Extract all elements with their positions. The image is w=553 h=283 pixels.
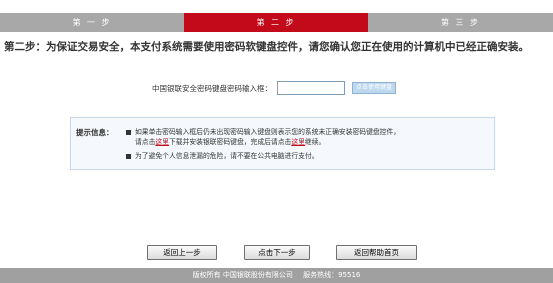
bullet-icon [126,129,131,135]
tip-text-1: 如果单击密码输入框后仍未出现密码输入键盘则表示您的系统未正确安装密码键盘控件， [135,128,401,136]
password-input[interactable] [277,81,345,95]
step-two-active: 第 二 步 [184,13,368,32]
password-row: 中国银联安全密码键盘密码输入框： 点击使用键盘 [152,80,396,96]
tip-line-2: 请点击这里下载并安装银联密码键盘，完成后请点击这里继续。 [135,136,325,146]
tip-label: 提示信息： [76,128,114,137]
back-button[interactable]: 返回上一步 [147,245,217,260]
next-button[interactable]: 点击下一步 [244,245,310,260]
step-one: 第 一 步 [0,13,184,32]
tip-box: 提示信息： 如果单击密码输入框后仍未出现密码输入键盘则表示您的系统未正确安装密码… [70,117,495,170]
tip-text-2b: 下载并安装银联密码键盘，完成后请点击 [168,138,292,146]
tip-text-2c: 继续。 [304,138,326,146]
tip-line-3: 为了避免个人信息泄漏的危险，请不要在公共电脑进行支付。 [126,150,319,160]
footer: 版权所有 中国银联股份有限公司 服务热线：95516 [0,268,553,283]
password-label: 中国银联安全密码键盘密码输入框： [152,83,272,93]
tip-line-1: 如果单击密码输入框后仍未出现密码输入键盘则表示您的系统未正确安装密码键盘控件， [126,126,400,136]
top-margin [0,0,553,13]
tip-text-2a: 请点击 [135,138,156,146]
step-heading: 第二步：为保证交易安全，本支付系统需要使用密码软键盘控件，请您确认您正在使用的计… [4,41,529,53]
bullet-icon [126,153,131,159]
step-indicator: 第 一 步 第 二 步 第 三 步 [0,13,553,32]
copyright-text: 版权所有 中国银联股份有限公司 [192,271,293,279]
step-three: 第 三 步 [368,13,553,32]
download-link[interactable]: 这里 [155,138,169,146]
help-home-button[interactable]: 返回帮助首页 [336,245,417,260]
keyboard-button[interactable]: 点击使用键盘 [352,82,396,94]
continue-link[interactable]: 这里 [291,138,305,146]
tip-text-3: 为了避免个人信息泄漏的危险，请不要在公共电脑进行支付。 [135,152,319,160]
hotline-text: 服务热线：95516 [303,271,361,279]
